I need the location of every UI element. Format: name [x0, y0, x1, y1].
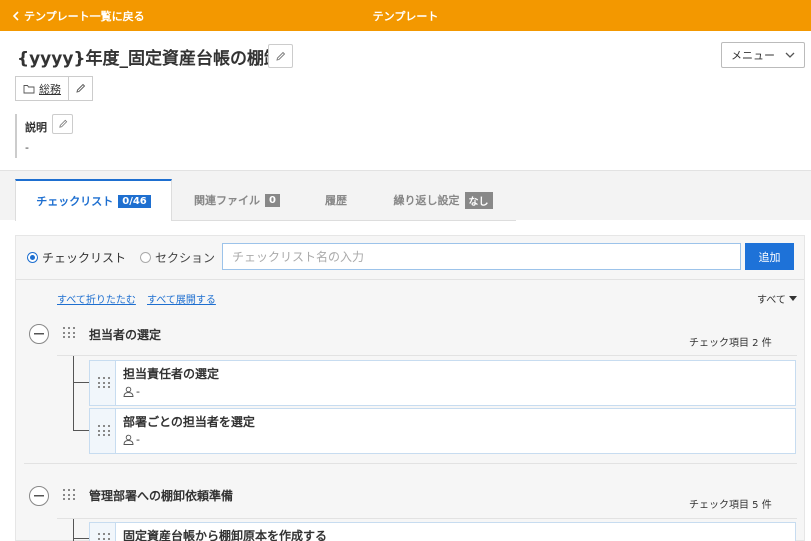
section-divider — [57, 518, 797, 519]
minus-icon — [34, 495, 44, 497]
item-grip-area[interactable] — [90, 523, 116, 541]
folder-label: 総務 — [39, 82, 61, 96]
pencil-icon — [76, 83, 86, 93]
radio-checklist-label: チェックリスト — [42, 251, 127, 265]
tree-line — [73, 430, 89, 431]
drag-handle-icon[interactable] — [63, 327, 75, 339]
tab-divider — [171, 220, 516, 221]
checklist-item[interactable]: 部署ごとの担当者を選定 - — [89, 408, 796, 454]
tab-label: 関連ファイル — [194, 194, 261, 207]
edit-title-button[interactable] — [268, 44, 293, 68]
menu-button[interactable]: メニュー — [721, 42, 805, 68]
back-to-template-list-link[interactable]: テンプレート一覧に戻る — [12, 8, 145, 24]
page-title: {yyyy}年度_固定資産台帳の棚卸 — [17, 49, 282, 69]
tab-badge: 0 — [265, 193, 280, 207]
item-grip-area[interactable] — [90, 409, 116, 453]
radio-dot — [27, 252, 38, 263]
section-title: 管理部署への棚卸依頼準備 — [89, 489, 234, 503]
tab-label: 履歴 — [325, 194, 347, 207]
tab-history[interactable]: 履歴 — [310, 179, 362, 221]
item-assignee-value: - — [136, 385, 140, 398]
folder-group: 総務 — [15, 76, 93, 101]
user-icon — [123, 386, 134, 397]
type-radio-group: チェックリスト セクション — [27, 249, 215, 266]
chevron-left-icon — [12, 11, 19, 21]
drag-handle-icon — [98, 377, 110, 389]
item-assignee-value: - — [136, 433, 140, 446]
tab-label: 繰り返し設定 — [393, 194, 460, 207]
collapse-all-link[interactable]: すべて折りたたむ — [57, 291, 136, 306]
item-title: 固定資産台帳から棚卸原本を作成する — [123, 529, 328, 541]
section-divider — [57, 355, 797, 356]
description-value: - — [25, 141, 29, 154]
menu-button-label: メニュー — [731, 49, 775, 62]
tree-line — [73, 538, 89, 539]
drag-handle-icon[interactable] — [63, 489, 75, 501]
expand-all-link[interactable]: すべて展開する — [147, 291, 216, 306]
radio-section-label: セクション — [155, 251, 216, 265]
chevron-down-icon — [785, 52, 795, 58]
section-title: 担当者の選定 — [89, 328, 162, 342]
item-title: 部署ごとの担当者を選定 — [123, 415, 255, 429]
tab-checklist[interactable]: チェックリスト 0/46 — [15, 179, 172, 221]
section-divider — [24, 463, 797, 464]
radio-checklist[interactable]: チェックリスト — [27, 249, 126, 266]
radio-dot — [140, 252, 152, 263]
radio-section[interactable]: セクション — [140, 249, 215, 266]
top-bar: テンプレート一覧に戻る テンプレート — [0, 0, 811, 31]
tab-label: チェックリスト — [36, 195, 114, 208]
description-divider — [15, 114, 17, 158]
edit-description-button[interactable] — [52, 114, 73, 134]
tab-related-files[interactable]: 関連ファイル 0 — [181, 179, 293, 221]
back-link-label: テンプレート一覧に戻る — [24, 10, 145, 23]
item-assignee: - — [123, 385, 140, 398]
tab-badge: なし — [464, 191, 493, 209]
tab-repeat-settings[interactable]: 繰り返し設定 なし — [382, 179, 504, 221]
drag-handle-icon — [98, 533, 110, 541]
minus-icon — [34, 333, 44, 335]
checklist-name-input[interactable] — [222, 243, 741, 270]
item-grip-area[interactable] — [90, 361, 116, 405]
drag-handle-icon — [98, 425, 110, 437]
pencil-icon — [58, 119, 67, 128]
folder-link[interactable]: 総務 — [15, 76, 69, 101]
tab-badge: 0/46 — [118, 194, 151, 208]
tree-line — [73, 382, 89, 383]
caret-down-icon — [788, 296, 797, 301]
pencil-icon — [276, 51, 286, 61]
item-assignee: - — [123, 433, 140, 446]
tab-bar: チェックリスト 0/46 関連ファイル 0 履歴 繰り返し設定 なし — [0, 170, 811, 221]
item-title: 担当責任者の選定 — [123, 367, 220, 381]
user-icon — [123, 434, 134, 445]
filter-label: すべて — [757, 295, 786, 306]
description-label: 説明 — [25, 121, 47, 134]
edit-folder-button[interactable] — [69, 76, 93, 101]
collapse-section-button[interactable] — [29, 486, 49, 506]
section-item-count: チェック項目 2 件 — [689, 338, 772, 349]
add-button[interactable]: 追加 — [745, 243, 794, 270]
filter-dropdown[interactable]: すべて — [757, 291, 797, 306]
tree-line — [73, 356, 74, 431]
divider — [16, 279, 804, 280]
folder-icon — [23, 84, 35, 93]
section-item-count: チェック項目 5 件 — [689, 500, 772, 511]
checklist-item[interactable]: 担当責任者の選定 - — [89, 360, 796, 406]
checklist-item[interactable]: 固定資産台帳から棚卸原本を作成する — [89, 522, 796, 541]
collapse-section-button[interactable] — [29, 324, 49, 344]
